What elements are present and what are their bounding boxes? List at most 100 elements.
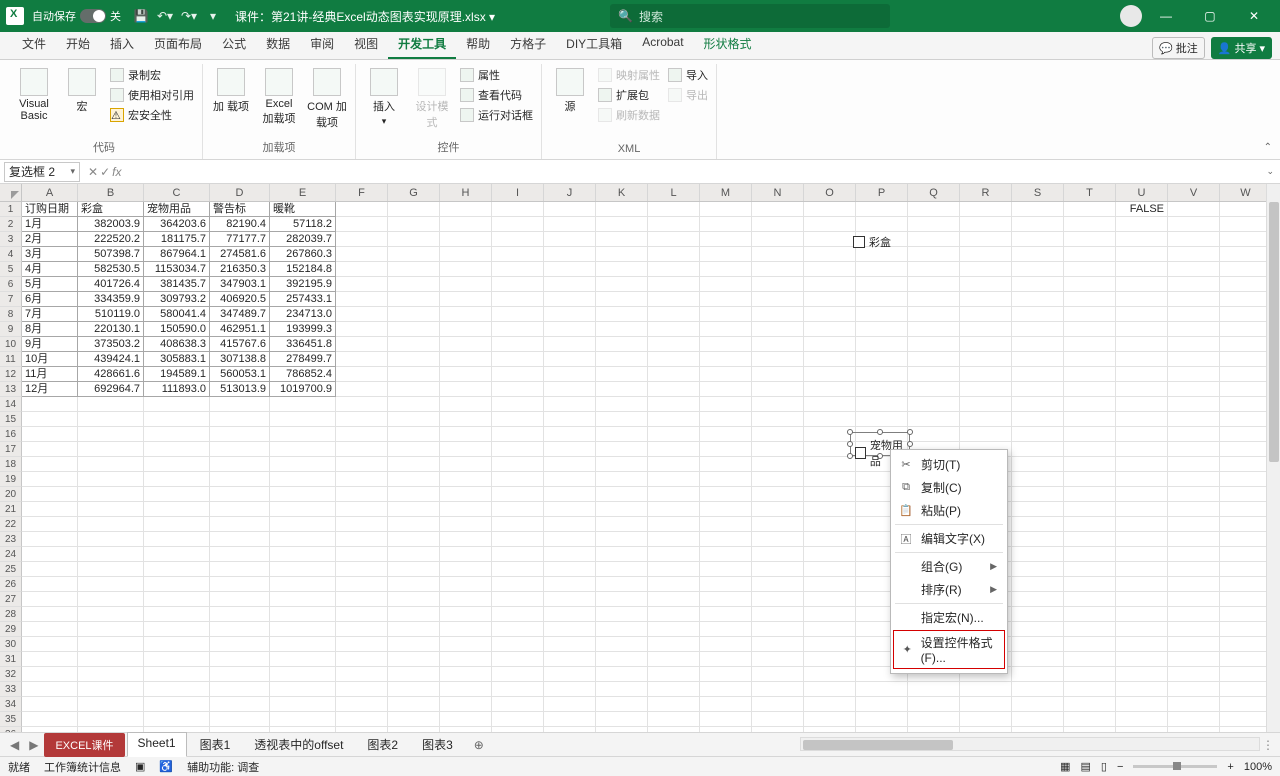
tab-审阅[interactable]: 审阅 xyxy=(300,30,344,59)
row-header[interactable]: 26 xyxy=(0,577,22,592)
cell[interactable] xyxy=(648,457,700,472)
cell[interactable] xyxy=(648,472,700,487)
cell[interactable] xyxy=(1220,352,1272,367)
cell[interactable] xyxy=(960,337,1012,352)
cell[interactable] xyxy=(1012,502,1064,517)
cell[interactable] xyxy=(752,247,804,262)
cell[interactable]: 3月 xyxy=(22,247,78,262)
row-header[interactable]: 1 xyxy=(0,202,22,217)
cell[interactable] xyxy=(388,367,440,382)
zoom-in-icon[interactable]: + xyxy=(1227,761,1233,773)
run-dialog-button[interactable]: 运行对话框 xyxy=(458,106,535,124)
cell[interactable] xyxy=(1116,607,1168,622)
macros-button[interactable]: 宏 xyxy=(60,66,104,116)
visual-basic-button[interactable]: Visual Basic xyxy=(12,66,56,124)
cell[interactable] xyxy=(752,202,804,217)
name-box[interactable]: 复选框 2▾ xyxy=(4,162,80,182)
cell[interactable] xyxy=(856,382,908,397)
design-mode-button[interactable]: 设计模式 xyxy=(410,66,454,132)
cell[interactable] xyxy=(544,667,596,682)
cell[interactable] xyxy=(1064,427,1116,442)
cell[interactable] xyxy=(492,682,544,697)
cell[interactable]: 57118.2 xyxy=(270,217,336,232)
cell[interactable] xyxy=(596,292,648,307)
cell[interactable] xyxy=(648,517,700,532)
cell[interactable] xyxy=(1220,292,1272,307)
cell[interactable] xyxy=(1012,592,1064,607)
sheet-nav-next-icon[interactable]: ▶ xyxy=(25,738,42,752)
cell[interactable] xyxy=(1220,652,1272,667)
cell[interactable]: 274581.6 xyxy=(210,247,270,262)
cell[interactable] xyxy=(908,292,960,307)
cell[interactable] xyxy=(1012,637,1064,652)
cell[interactable] xyxy=(388,682,440,697)
cell[interactable] xyxy=(544,337,596,352)
cell[interactable] xyxy=(1064,607,1116,622)
share-button[interactable]: 👤 共享 ▾ xyxy=(1211,37,1272,59)
cell[interactable] xyxy=(78,562,144,577)
cell[interactable] xyxy=(1220,532,1272,547)
cell[interactable] xyxy=(960,682,1012,697)
cell[interactable] xyxy=(336,502,388,517)
col-header[interactable]: W xyxy=(1220,184,1272,201)
cell[interactable] xyxy=(596,247,648,262)
cell[interactable]: FALSE xyxy=(1116,202,1168,217)
cell[interactable] xyxy=(492,322,544,337)
ctx-assign-macro[interactable]: 指定宏(N)... xyxy=(891,606,1007,629)
cell[interactable] xyxy=(960,382,1012,397)
cell[interactable] xyxy=(1012,202,1064,217)
cell[interactable] xyxy=(492,652,544,667)
cell[interactable]: 428661.6 xyxy=(78,367,144,382)
cell[interactable] xyxy=(700,457,752,472)
vertical-scrollbar[interactable] xyxy=(1266,184,1280,732)
cell[interactable] xyxy=(544,472,596,487)
cell[interactable] xyxy=(804,622,856,637)
cell[interactable] xyxy=(648,202,700,217)
cell[interactable] xyxy=(544,712,596,727)
cell[interactable] xyxy=(1116,442,1168,457)
cell[interactable] xyxy=(388,532,440,547)
cell[interactable] xyxy=(752,262,804,277)
cell[interactable] xyxy=(492,307,544,322)
cell[interactable] xyxy=(210,487,270,502)
cell[interactable] xyxy=(440,517,492,532)
cell[interactable] xyxy=(210,547,270,562)
cell[interactable] xyxy=(804,532,856,547)
cell[interactable] xyxy=(752,487,804,502)
cell[interactable] xyxy=(336,472,388,487)
row-header[interactable]: 34 xyxy=(0,697,22,712)
cell[interactable] xyxy=(804,502,856,517)
cell[interactable] xyxy=(1220,442,1272,457)
cell[interactable] xyxy=(1168,622,1220,637)
cell[interactable] xyxy=(1168,322,1220,337)
row-header[interactable]: 24 xyxy=(0,547,22,562)
cell[interactable] xyxy=(856,367,908,382)
cell[interactable] xyxy=(544,367,596,382)
cell[interactable] xyxy=(1012,382,1064,397)
row-header[interactable]: 5 xyxy=(0,262,22,277)
minimize-button[interactable]: — xyxy=(1146,0,1186,32)
cell[interactable] xyxy=(270,667,336,682)
cell[interactable] xyxy=(22,397,78,412)
cell[interactable] xyxy=(270,547,336,562)
cell[interactable] xyxy=(440,607,492,622)
cell[interactable] xyxy=(1064,307,1116,322)
cell[interactable] xyxy=(960,427,1012,442)
cell[interactable]: 5月 xyxy=(22,277,78,292)
cell[interactable] xyxy=(144,487,210,502)
cell[interactable] xyxy=(1116,487,1168,502)
cell[interactable] xyxy=(1064,532,1116,547)
cell[interactable] xyxy=(752,277,804,292)
cell[interactable] xyxy=(440,487,492,502)
cell[interactable] xyxy=(752,712,804,727)
cell[interactable] xyxy=(1012,427,1064,442)
cell[interactable] xyxy=(22,532,78,547)
cell[interactable] xyxy=(752,517,804,532)
save-icon[interactable]: 💾 xyxy=(129,4,153,28)
cell[interactable] xyxy=(700,517,752,532)
cell[interactable]: 2月 xyxy=(22,232,78,247)
cell[interactable] xyxy=(1116,352,1168,367)
cell[interactable] xyxy=(1168,277,1220,292)
cell[interactable] xyxy=(22,682,78,697)
cell[interactable] xyxy=(270,472,336,487)
